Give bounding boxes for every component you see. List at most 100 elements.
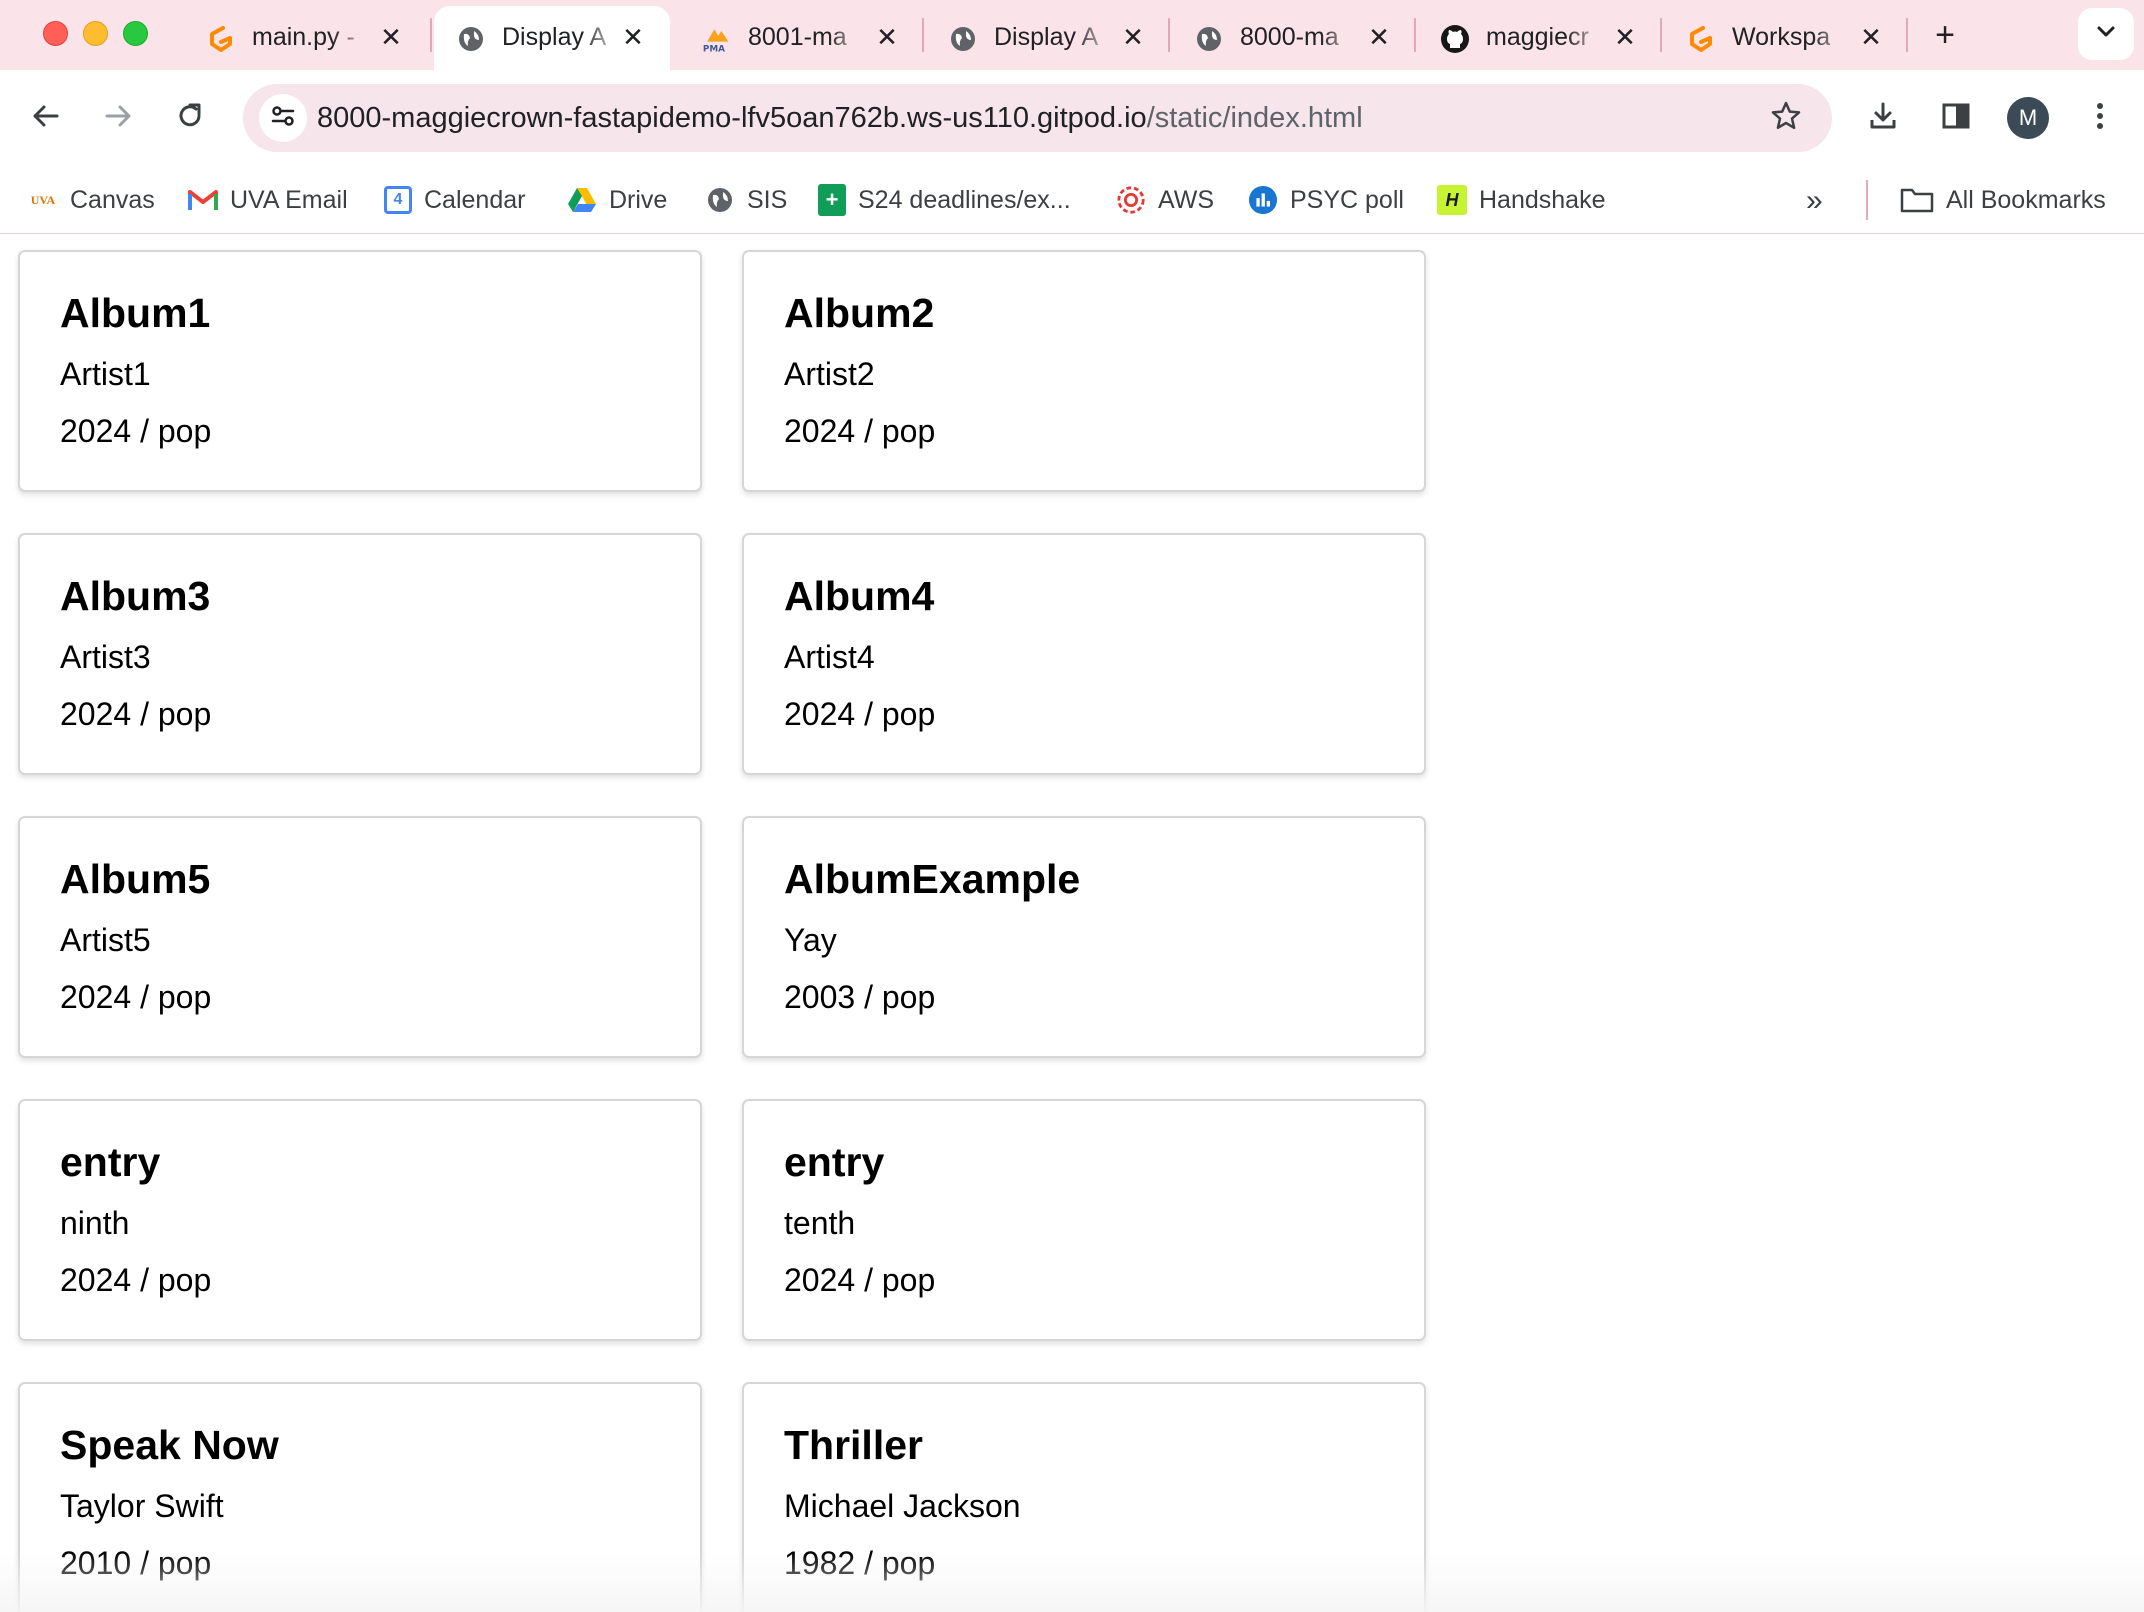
browser-menu-button[interactable] — [2076, 94, 2124, 142]
chevron-down-icon — [2094, 20, 2118, 49]
globe-icon — [456, 24, 486, 54]
maximize-window-button[interactable] — [123, 21, 148, 46]
reload-button[interactable] — [166, 94, 214, 142]
album-year-genre: 2024 / pop — [60, 979, 212, 1015]
phpmyadmin-icon: PMA — [702, 24, 732, 54]
bookmark-label: Canvas — [70, 185, 155, 214]
close-icon[interactable]: ✕ — [1610, 22, 1640, 52]
bookmark-label: Handshake — [1479, 185, 1606, 214]
close-icon[interactable]: ✕ — [872, 22, 902, 52]
kebab-menu-icon — [2095, 101, 2105, 136]
new-tab-button[interactable]: + — [1924, 14, 1966, 56]
tab-search-button[interactable] — [2078, 8, 2134, 60]
minimize-window-button[interactable] — [83, 21, 108, 46]
bookmark-sis[interactable]: SIS — [705, 182, 787, 218]
album-card: Album2 Artist2 2024 / pop — [742, 250, 1426, 492]
gitpod-icon — [206, 24, 236, 54]
bookmark-drive[interactable]: Drive — [567, 182, 667, 218]
album-card: Album1 Artist1 2024 / pop — [18, 250, 702, 492]
album-artist: Yay — [784, 922, 837, 958]
side-panel-button[interactable] — [1932, 94, 1980, 142]
album-card: entry ninth 2024 / pop — [18, 1099, 702, 1341]
close-icon[interactable]: ✕ — [1856, 22, 1886, 52]
album-card: AlbumExample Yay 2003 / pop — [742, 816, 1426, 1058]
bookmark-label: Drive — [609, 185, 668, 214]
aws-icon — [1116, 185, 1146, 215]
side-panel-icon — [1941, 101, 1971, 136]
url-text[interactable]: 8000-maggiecrown-fastapidemo-lfv5oan762b… — [317, 102, 1363, 135]
album-year-genre: 2003 / pop — [784, 979, 936, 1015]
tab-main-py[interactable]: main.py - ✕ — [184, 6, 428, 70]
bookmark-canvas[interactable]: UVA Canvas — [28, 182, 155, 218]
url-path: /static/index.html — [1146, 102, 1363, 134]
album-year-genre: 2024 / pop — [60, 696, 212, 732]
toolbar: 8000-maggiecrown-fastapidemo-lfv5oan762b… — [0, 70, 2144, 166]
album-artist: Michael Jackson — [784, 1488, 1021, 1524]
album-card: Album4 Artist4 2024 / pop — [742, 533, 1426, 775]
close-window-button[interactable] — [43, 21, 68, 46]
tab-separator — [1906, 18, 1908, 52]
address-bar[interactable]: 8000-maggiecrown-fastapidemo-lfv5oan762b… — [243, 84, 1832, 152]
star-icon — [1770, 100, 1802, 137]
site-info-button[interactable] — [259, 94, 307, 142]
tab-title: 8001-ma — [748, 23, 868, 52]
album-title: AlbumExample — [784, 856, 1081, 902]
globe-icon — [705, 185, 735, 215]
browser-chrome: main.py - ✕ Display A ✕ PMA 8001-ma ✕ Di… — [0, 0, 2144, 234]
tab-8000-workspace[interactable]: 8000-ma ✕ — [1172, 6, 1416, 70]
avatar[interactable]: M — [2007, 97, 2049, 139]
tab-gitpod-workspaces[interactable]: Workspa ✕ — [1664, 6, 1908, 70]
album-grid: Album1 Artist1 2024 / pop Album2 Artist2… — [0, 234, 2144, 1612]
album-artist: Artist2 — [784, 356, 875, 392]
bookmarks-overflow-button[interactable]: » — [1806, 184, 1823, 218]
album-title: entry — [60, 1139, 161, 1185]
album-title: Speak Now — [60, 1422, 279, 1468]
uva-icon: UVA — [30, 192, 56, 207]
album-year-genre: 1982 / pop — [784, 1545, 936, 1581]
bookmark-aws[interactable]: AWS — [1116, 182, 1214, 218]
all-bookmarks-button[interactable]: All Bookmarks — [1900, 182, 2106, 218]
bookmark-label: Calendar — [424, 185, 526, 214]
bookmarks-divider — [1866, 180, 1868, 220]
album-card: entry tenth 2024 / pop — [742, 1099, 1426, 1341]
album-title: entry — [784, 1139, 885, 1185]
folder-icon — [1900, 185, 1934, 215]
globe-icon — [948, 24, 978, 54]
album-title: Album4 — [784, 573, 935, 619]
tab-separator — [1414, 18, 1416, 52]
album-title: Thriller — [784, 1422, 923, 1468]
bookmarks-bar: UVA Canvas UVA Email 4 Calendar Drive SI… — [0, 166, 2144, 234]
bookmark-calendar[interactable]: 4 Calendar — [384, 182, 525, 218]
album-title: Album2 — [784, 290, 935, 336]
tab-strip: main.py - ✕ Display A ✕ PMA 8001-ma ✕ Di… — [0, 0, 2144, 70]
downloads-button[interactable] — [1859, 94, 1907, 142]
tab-separator — [430, 18, 432, 52]
close-icon[interactable]: ✕ — [1118, 22, 1148, 52]
tab-title: main.py - — [252, 23, 372, 52]
arrow-right-icon — [103, 101, 133, 136]
bookmark-star-button[interactable] — [1764, 96, 1808, 140]
album-title: Album3 — [60, 573, 211, 619]
forward-button[interactable] — [94, 94, 142, 142]
calendar-icon: 4 — [384, 186, 412, 214]
tab-display-albums-active[interactable]: Display A ✕ — [434, 6, 670, 70]
tab-8001-phpmyadmin[interactable]: PMA 8001-ma ✕ — [680, 6, 924, 70]
bookmark-uva-email[interactable]: UVA Email — [188, 182, 348, 218]
close-icon[interactable]: ✕ — [1364, 22, 1394, 52]
tab-separator — [1660, 18, 1662, 52]
back-button[interactable] — [22, 94, 70, 142]
reload-icon — [175, 101, 205, 136]
bookmark-handshake[interactable]: H Handshake — [1437, 182, 1605, 218]
bookmark-psyc-poll[interactable]: PSYC poll — [1248, 182, 1404, 218]
tab-display-albums[interactable]: Display A ✕ — [926, 6, 1170, 70]
tab-github-repo[interactable]: maggiecr ✕ — [1418, 6, 1662, 70]
album-title: Album5 — [60, 856, 211, 902]
bookmark-label: All Bookmarks — [1946, 185, 2106, 214]
album-year-genre: 2024 / pop — [784, 1262, 936, 1298]
tab-title: Display A — [994, 23, 1114, 52]
tab-title: Workspa — [1732, 23, 1852, 52]
close-icon[interactable]: ✕ — [618, 22, 648, 52]
album-artist: tenth — [784, 1205, 856, 1241]
close-icon[interactable]: ✕ — [376, 22, 406, 52]
bookmark-s24-deadlines[interactable]: + S24 deadlines/ex... — [818, 182, 1071, 218]
